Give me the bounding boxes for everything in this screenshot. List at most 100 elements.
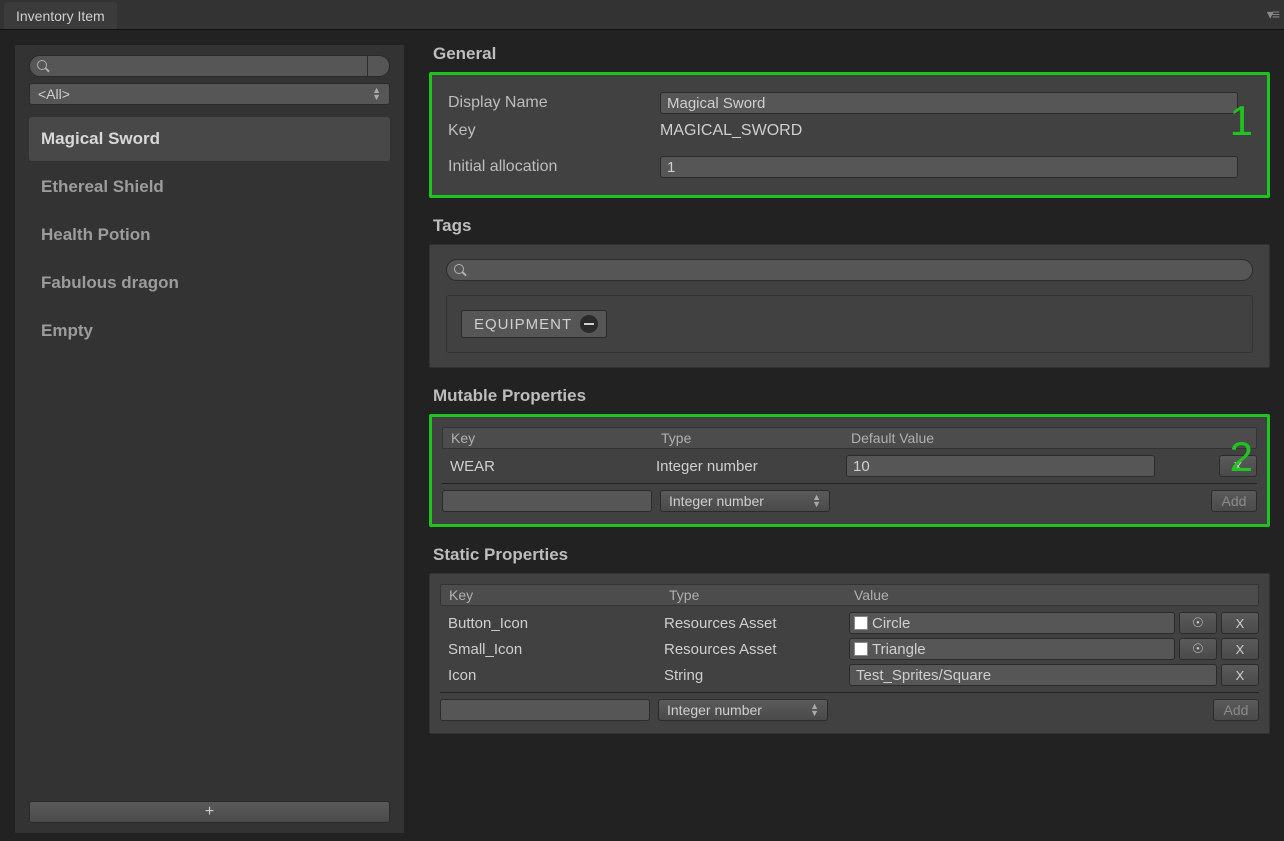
sidebar-filter-select[interactable]: <All> ▲▼ bbox=[29, 83, 390, 105]
display-name-label: Display Name bbox=[448, 94, 660, 112]
asset-input[interactable]: Triangle bbox=[849, 638, 1175, 660]
asset-name: Circle bbox=[872, 615, 910, 632]
list-item-label: Fabulous dragon bbox=[41, 273, 179, 293]
mutable-row: WEAR Integer number X bbox=[442, 453, 1257, 479]
static-table-header: Key Type Value bbox=[440, 584, 1259, 606]
asset-swatch-icon bbox=[854, 616, 868, 630]
header-key: Key bbox=[449, 587, 669, 603]
display-name-input[interactable] bbox=[660, 92, 1238, 114]
static-row-remove-button[interactable]: X bbox=[1221, 612, 1259, 634]
item-list: Magical Sword Ethereal Shield Health Pot… bbox=[29, 117, 390, 801]
static-add-row: Integer number ▲▼ Add bbox=[440, 697, 1259, 723]
select-arrows-icon: ▲▼ bbox=[372, 87, 381, 101]
mutable-new-type-select[interactable]: Integer number ▲▼ bbox=[660, 490, 830, 512]
asset-swatch-icon bbox=[854, 642, 868, 656]
mutable-row-value-input[interactable] bbox=[846, 455, 1155, 477]
sidebar-search-clear[interactable] bbox=[368, 55, 390, 77]
add-item-button[interactable]: + bbox=[29, 801, 390, 823]
mutable-new-key-input[interactable] bbox=[442, 490, 652, 512]
header-type: Type bbox=[661, 430, 851, 446]
static-new-key-input[interactable] bbox=[440, 699, 650, 721]
static-row-value-input[interactable] bbox=[849, 664, 1217, 686]
header-type: Type bbox=[669, 587, 854, 603]
list-item-label: Ethereal Shield bbox=[41, 177, 164, 197]
key-label: Key bbox=[448, 122, 660, 140]
panel-menu-icon[interactable]: ▾≡ bbox=[1267, 6, 1278, 23]
select-arrows-icon: ▲▼ bbox=[810, 703, 819, 717]
static-row-key: Icon bbox=[444, 667, 664, 684]
sidebar-search bbox=[29, 55, 390, 77]
static-row-remove-button[interactable]: X bbox=[1221, 638, 1259, 660]
mutable-row-type: Integer number bbox=[656, 458, 846, 475]
list-item[interactable]: Fabulous dragon bbox=[29, 261, 390, 305]
mutable-new-type-label: Integer number bbox=[669, 493, 764, 509]
mutable-add-row: Integer number ▲▼ Add bbox=[442, 488, 1257, 514]
list-item[interactable]: Empty bbox=[29, 309, 390, 353]
tags-search bbox=[446, 259, 1253, 281]
highlight-number-1: 1 bbox=[1230, 97, 1253, 145]
add-label: Add bbox=[1222, 493, 1247, 509]
tab-bar: Inventory Item ▾≡ bbox=[0, 0, 1284, 30]
add-label: Add bbox=[1224, 702, 1249, 718]
tag-chip-label: EQUIPMENT bbox=[474, 316, 572, 333]
sidebar: <All> ▲▼ Magical Sword Ethereal Shield H… bbox=[0, 30, 419, 841]
header-key: Key bbox=[451, 430, 661, 446]
section-title-tags: Tags bbox=[433, 216, 1270, 236]
list-item-label: Magical Sword bbox=[41, 129, 160, 149]
list-item-label: Empty bbox=[41, 321, 93, 341]
highlight-number-2: 2 bbox=[1230, 433, 1253, 481]
static-row: Button_Icon Resources Asset Circle ☉ X bbox=[440, 610, 1259, 636]
key-value: MAGICAL_SWORD bbox=[660, 122, 802, 140]
asset-picker-button[interactable]: ☉ bbox=[1179, 612, 1217, 634]
main: <All> ▲▼ Magical Sword Ethereal Shield H… bbox=[0, 30, 1284, 841]
initial-allocation-input[interactable] bbox=[660, 156, 1238, 178]
section-title-mutable: Mutable Properties bbox=[433, 386, 1270, 406]
list-item[interactable]: Magical Sword bbox=[29, 117, 390, 161]
static-row-remove-button[interactable]: X bbox=[1221, 664, 1259, 686]
static-row-key: Small_Icon bbox=[444, 641, 664, 658]
mutable-row-key: WEAR bbox=[446, 458, 656, 475]
sidebar-search-input[interactable] bbox=[29, 55, 368, 77]
section-title-static: Static Properties bbox=[433, 545, 1270, 565]
asset-picker-button[interactable]: ☉ bbox=[1179, 638, 1217, 660]
tab-label: Inventory Item bbox=[16, 8, 105, 24]
divider bbox=[442, 483, 1257, 484]
tags-container: EQUIPMENT bbox=[446, 295, 1253, 353]
select-arrows-icon: ▲▼ bbox=[812, 494, 821, 508]
list-item[interactable]: Ethereal Shield bbox=[29, 165, 390, 209]
target-icon: ☉ bbox=[1192, 641, 1204, 657]
tags-search-input[interactable] bbox=[446, 259, 1253, 281]
tag-chip-equipment: EQUIPMENT bbox=[461, 310, 607, 338]
static-row-type: Resources Asset bbox=[664, 641, 849, 658]
plus-icon: + bbox=[205, 803, 214, 821]
static-row-type: Resources Asset bbox=[664, 615, 849, 632]
mutable-table-header: Key Type Default Value bbox=[442, 427, 1257, 449]
static-section: Key Type Value Button_Icon Resources Ass… bbox=[429, 573, 1270, 734]
general-section: 1 Display Name Key MAGICAL_SWORD Initial… bbox=[429, 72, 1270, 198]
static-new-type-label: Integer number bbox=[667, 702, 762, 718]
static-row-key: Button_Icon bbox=[444, 615, 664, 632]
tag-remove-icon[interactable] bbox=[580, 315, 598, 333]
static-row-type: String bbox=[664, 667, 849, 684]
content: General 1 Display Name Key MAGICAL_SWORD… bbox=[419, 30, 1284, 841]
static-row: Icon String X bbox=[440, 662, 1259, 688]
static-add-button[interactable]: Add bbox=[1213, 699, 1259, 721]
mutable-add-button[interactable]: Add bbox=[1211, 490, 1257, 512]
x-icon: X bbox=[1236, 642, 1245, 657]
x-icon: X bbox=[1236, 668, 1245, 683]
initial-allocation-label: Initial allocation bbox=[448, 158, 660, 176]
mutable-section: 2 Key Type Default Value WEAR Integer nu… bbox=[429, 414, 1270, 527]
header-value: Value bbox=[854, 587, 1250, 603]
static-row: Small_Icon Resources Asset Triangle ☉ X bbox=[440, 636, 1259, 662]
tags-section: EQUIPMENT bbox=[429, 244, 1270, 368]
target-icon: ☉ bbox=[1192, 615, 1204, 631]
sidebar-filter-value: <All> bbox=[38, 86, 70, 102]
static-new-type-select[interactable]: Integer number ▲▼ bbox=[658, 699, 828, 721]
x-icon: X bbox=[1236, 616, 1245, 631]
header-value: Default Value bbox=[851, 430, 1248, 446]
tab-inventory-item[interactable]: Inventory Item bbox=[4, 2, 117, 29]
list-item[interactable]: Health Potion bbox=[29, 213, 390, 257]
section-title-general: General bbox=[433, 44, 1270, 64]
asset-name: Triangle bbox=[872, 641, 926, 658]
asset-input[interactable]: Circle bbox=[849, 612, 1175, 634]
